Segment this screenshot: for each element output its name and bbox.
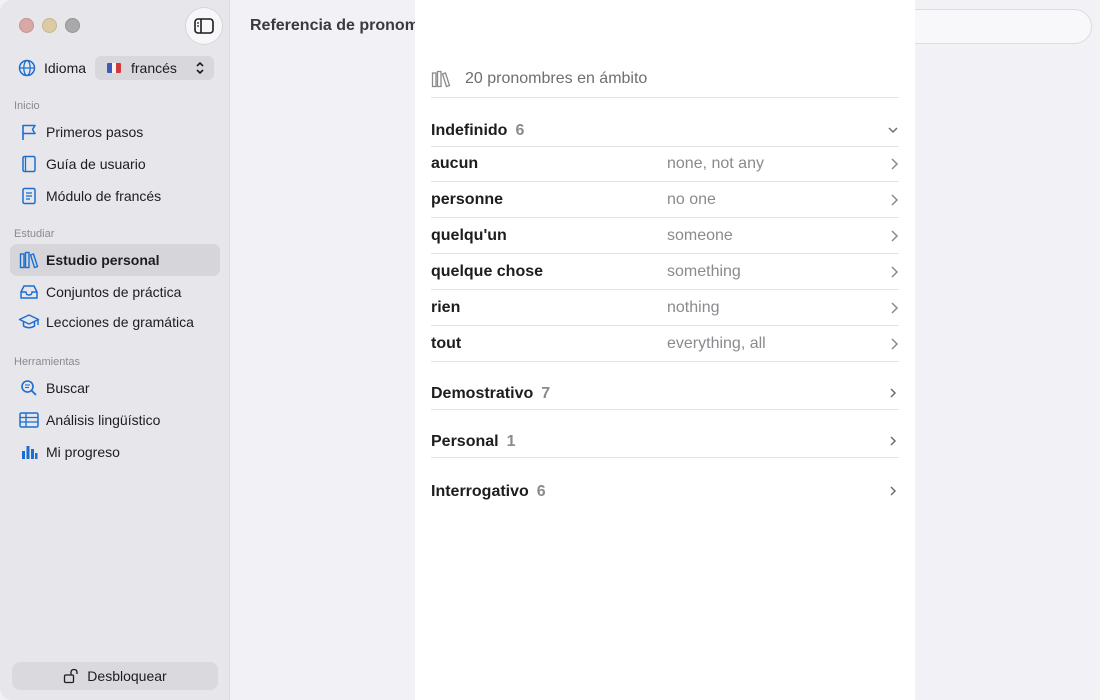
group-header-indefinido[interactable]: Indefinido 6 [431, 115, 899, 147]
sidebar-icon [194, 18, 214, 34]
chevron-down-icon [888, 127, 898, 134]
france-flag-icon [107, 63, 121, 73]
sidebar-item-label: Lecciones de gramática [46, 314, 194, 330]
group-count: 1 [506, 432, 516, 450]
pronoun-gloss: everything, all [667, 334, 766, 352]
language-select[interactable]: francés [95, 56, 214, 80]
chevron-up-down-icon [196, 61, 204, 75]
sidebar-item-analisis-linguistico[interactable]: Análisis lingüístico [10, 404, 220, 436]
language-row: Idioma francés [18, 56, 214, 80]
sidebar-item-label: Análisis lingüístico [46, 412, 161, 428]
pronoun-gloss: none, not any [667, 154, 764, 172]
sidebar-item-label: Conjuntos de práctica [46, 284, 182, 300]
pronoun-term: rien [431, 298, 461, 316]
sidebar-item-lecciones-gramatica[interactable]: Lecciones de gramática [10, 306, 220, 338]
sidebar-item-modulo-frances[interactable]: Módulo de francés [10, 180, 220, 212]
close-window-button[interactable] [19, 18, 34, 33]
unlock-icon [64, 668, 78, 684]
chevron-right-icon [891, 302, 899, 314]
minimize-window-button[interactable] [42, 18, 57, 33]
group-name: Indefinido [431, 121, 508, 139]
tray-icon [20, 285, 38, 299]
sidebar-item-label: Buscar [46, 380, 90, 396]
sidebar: Idioma francés Inicio Primeros pasos Guí… [0, 0, 230, 700]
chevron-right-icon [891, 266, 899, 278]
app-window: Idioma francés Inicio Primeros pasos Guí… [0, 0, 1100, 700]
group-header-demostrativo[interactable]: Demostrativo 7 [431, 378, 899, 410]
pronoun-term: quelqu'un [431, 226, 507, 244]
group-header-interrogativo[interactable]: Interrogativo 6 [431, 476, 899, 508]
chevron-right-icon [891, 158, 899, 170]
sidebar-item-label: Guía de usuario [46, 156, 146, 172]
section-header-herramientas: Herramientas [14, 356, 81, 368]
sidebar-item-estudio-personal[interactable]: Estudio personal [10, 244, 220, 276]
pronoun-term: personne [431, 190, 504, 208]
group-name: Demostrativo [431, 384, 534, 402]
chevron-right-icon [891, 338, 899, 350]
window-controls [19, 18, 80, 33]
group-count: 6 [515, 121, 525, 139]
sidebar-item-label: Primeros pasos [46, 124, 144, 140]
language-label: Idioma [44, 60, 87, 76]
group-name: Personal [431, 432, 499, 450]
sidebar-item-label: Módulo de francés [46, 188, 162, 204]
sidebar-item-primeros-pasos[interactable]: Primeros pasos [10, 116, 220, 148]
group-header-personal[interactable]: Personal 1 [431, 426, 899, 458]
pronoun-term: aucun [431, 154, 479, 172]
group-name: Interrogativo [431, 483, 529, 500]
zoom-window-button[interactable] [65, 18, 80, 33]
pronoun-row[interactable]: quelqu'un someone [431, 218, 899, 254]
book-icon [22, 155, 36, 173]
graduation-cap-icon [18, 314, 40, 329]
pronoun-gloss: something [667, 262, 741, 280]
pronoun-gloss: nothing [667, 298, 720, 316]
scope-text: 20 pronombres en ámbito [465, 70, 648, 87]
bar-chart-icon [22, 446, 38, 459]
globe-icon [18, 59, 36, 77]
pronoun-gloss: someone [667, 226, 733, 244]
unlock-label: Desbloquear [87, 668, 167, 684]
chevron-right-icon [890, 436, 897, 446]
sidebar-toggle-button[interactable] [186, 8, 222, 44]
pronoun-row[interactable]: tout everything, all [431, 326, 899, 362]
section-header-inicio: Inicio [14, 100, 40, 112]
pronoun-gloss: no one [667, 190, 716, 208]
pronoun-row[interactable]: rien nothing [431, 290, 899, 326]
sidebar-item-guia-de-usuario[interactable]: Guía de usuario [10, 148, 220, 180]
group-count: 6 [536, 483, 546, 500]
sidebar-item-label: Mi progreso [46, 444, 120, 460]
scope-summary: 20 pronombres en ámbito [431, 61, 899, 98]
pronoun-term: quelque chose [431, 262, 544, 280]
library-icon [431, 70, 451, 88]
pronoun-term: tout [431, 334, 462, 352]
section-header-estudiar: Estudiar [14, 228, 55, 240]
pronoun-list-panel: 20 pronombres en ámbito Indefinido 6 auc… [415, 0, 915, 700]
sidebar-item-conjuntos-practica[interactable]: Conjuntos de práctica [10, 276, 220, 308]
search-icon [21, 380, 37, 396]
chevron-right-icon [890, 388, 897, 398]
sidebar-item-label: Estudio personal [46, 252, 160, 268]
language-value: francés [131, 60, 177, 76]
flag-icon [22, 124, 36, 140]
document-icon [22, 187, 36, 205]
sidebar-item-mi-progreso[interactable]: Mi progreso [10, 436, 220, 468]
sidebar-item-buscar[interactable]: Buscar [10, 372, 220, 404]
pronoun-row[interactable]: quelque chose something [431, 254, 899, 290]
pronoun-row[interactable]: personne no one [431, 182, 899, 218]
chevron-right-icon [891, 194, 899, 206]
chevron-right-icon [890, 486, 897, 496]
table-icon [19, 412, 39, 428]
library-icon [19, 251, 39, 269]
chevron-right-icon [891, 230, 899, 242]
pronoun-row[interactable]: aucun none, not any [431, 146, 899, 182]
group-count: 7 [541, 384, 551, 402]
unlock-button[interactable]: Desbloquear [12, 662, 218, 690]
